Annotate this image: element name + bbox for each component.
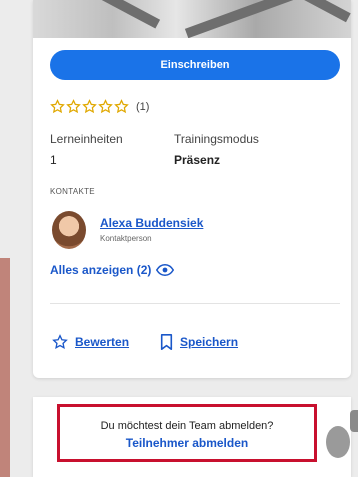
unsubscribe-question: Du möchtest dein Team abmelden? — [100, 420, 274, 432]
save-button[interactable]: Speichern — [160, 334, 238, 350]
contact-name-link[interactable]: Alexa Buddensiek — [100, 216, 203, 230]
rate-label: Bewerten — [75, 335, 130, 349]
team-unsubscribe-highlight: Du möchtest dein Team abmelden? Teilnehm… — [57, 404, 317, 462]
rating[interactable]: (1) — [50, 99, 149, 114]
background-strip — [0, 258, 10, 477]
eye-icon — [156, 264, 175, 276]
star-outline-icon[interactable] — [98, 99, 113, 114]
enroll-button[interactable]: Einschreiben — [50, 50, 340, 80]
rate-button[interactable]: Bewerten — [52, 334, 129, 350]
divider — [50, 303, 340, 304]
star-outline-icon[interactable] — [114, 99, 129, 114]
floating-action-button[interactable] — [326, 426, 350, 458]
star-outline-icon[interactable] — [66, 99, 81, 114]
side-handle[interactable] — [350, 410, 358, 432]
bookmark-icon — [160, 334, 173, 350]
contact-role: Kontaktperson — [100, 234, 152, 243]
unsubscribe-participants-link[interactable]: Teilnehmer abmelden — [60, 436, 314, 450]
show-all-contacts-link[interactable]: Alles anzeigen (2) — [50, 263, 175, 277]
save-label: Speichern — [180, 335, 239, 349]
units-label: Lerneinheiten — [50, 132, 123, 146]
units-value: 1 — [50, 153, 57, 167]
show-all-label: Alles anzeigen (2) — [50, 263, 152, 277]
course-detail-card: Einschreiben (1) Lerneinheiten 1 Trainin… — [33, 0, 351, 378]
star-outline-icon[interactable] — [82, 99, 97, 114]
training-mode-label: Trainingsmodus — [174, 132, 259, 146]
star-outline-icon — [52, 334, 68, 350]
rating-count: (1) — [136, 100, 150, 113]
training-mode-value: Präsenz — [174, 153, 221, 167]
course-hero-image — [33, 0, 351, 38]
star-outline-icon[interactable] — [50, 99, 65, 114]
contacts-heading: KONTAKTE — [50, 187, 95, 196]
avatar — [52, 211, 86, 249]
